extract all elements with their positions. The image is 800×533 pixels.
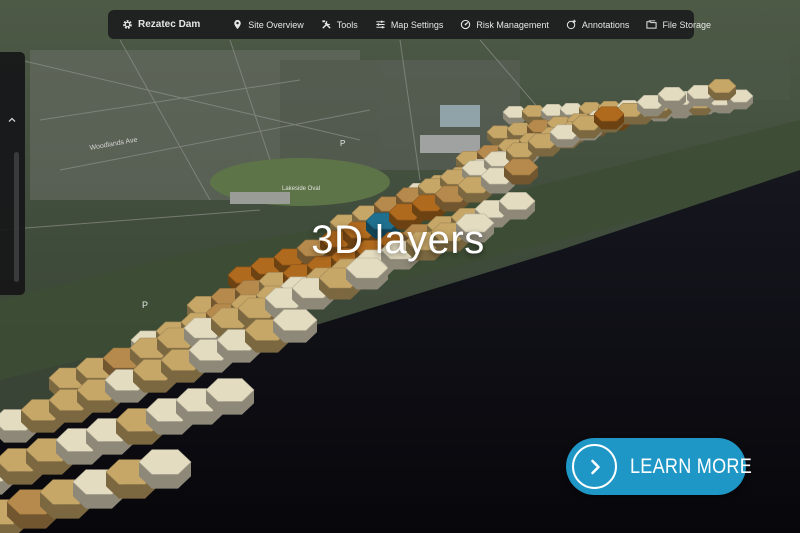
top-toolbar: Rezatec Dam Site Overview Tools Map Sett… [108,10,711,39]
annotation-add-icon [566,19,576,30]
risk-management-button[interactable]: Risk Management [460,19,549,30]
location-pin-icon [234,19,241,30]
annotations-label: Annotations [581,19,630,30]
risk-management-label: Risk Management [476,19,549,30]
folder-icon [646,20,658,29]
file-storage-button[interactable]: File Storage [646,19,711,30]
gear-icon [123,20,132,29]
site-overview-button[interactable]: Site Overview [232,19,304,30]
map-settings-button[interactable]: Map Settings [375,19,444,30]
file-storage-label: File Storage [662,19,711,30]
learn-more-label: LEARN MORE [630,454,752,478]
tools-label: Tools [336,19,358,30]
sports-building [230,192,290,204]
warehouse-building [420,135,480,153]
chevron-right-icon [572,444,617,489]
site-overview-label: Site Overview [248,19,304,30]
overlay-title: 3D layers [311,218,485,262]
tools-icon [322,20,331,29]
gauge-icon [461,19,471,30]
learn-more-button[interactable]: LEARN MORE [566,438,752,495]
annotations-button[interactable]: Annotations [566,19,630,30]
chevron-up-icon[interactable] [7,112,17,122]
parking-label: P [142,300,148,310]
parking-label: P [340,139,345,148]
oval-label: Lakeside Oval [282,186,320,192]
site-name: Rezatec Dam [138,19,201,30]
sliders-icon [376,20,385,29]
site-selector[interactable]: Rezatec Dam [122,19,200,30]
tools-button[interactable]: Tools [321,19,358,30]
industrial-building [440,105,480,127]
map-settings-label: Map Settings [390,19,444,30]
